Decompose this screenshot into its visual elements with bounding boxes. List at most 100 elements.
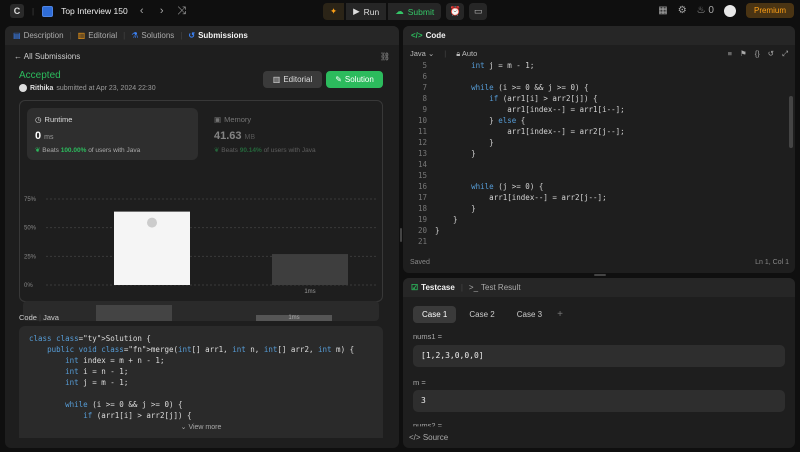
- clock-icon: ◷: [35, 115, 42, 124]
- code-line: int index = m + n - 1;: [65, 356, 165, 365]
- tab-divider: |: [180, 31, 183, 40]
- solution-button[interactable]: ✎ Solution: [326, 71, 383, 88]
- next-problem-button[interactable]: ›: [156, 5, 168, 17]
- tab-solutions[interactable]: ⚗ Solutions: [131, 31, 174, 40]
- tab-testcase[interactable]: ☑ Testcase: [411, 283, 455, 292]
- tab-editorial[interactable]: ▥ Editorial: [78, 31, 117, 40]
- tab-submissions[interactable]: ↺ Submissions: [188, 31, 248, 40]
- reset-icon[interactable]: ↺: [768, 49, 774, 59]
- code-editor[interactable]: 5 int j = m - 1; 6 7 while (i >= 0 && j >=…: [403, 60, 783, 254]
- add-case-button[interactable]: +: [557, 309, 563, 320]
- settings-gear-icon[interactable]: ⚙: [678, 5, 687, 16]
- editor-code-line[interactable]: if (arr1[i] > arr2[j]) {: [435, 93, 597, 104]
- editor-code-line[interactable]: }: [435, 203, 476, 214]
- memory-card[interactable]: ▣ Memory 41.63 MB ❦ Beats 90.14% of users …: [206, 108, 377, 160]
- book-icon: ▥: [272, 75, 281, 84]
- editor-code-line[interactable]: arr1[index--] = arr1[i--];: [435, 104, 624, 115]
- editorial-button[interactable]: ▥ Editorial: [263, 71, 322, 88]
- terminal-icon: >_: [468, 283, 479, 292]
- problem-list-title[interactable]: Top Interview 150: [61, 6, 128, 16]
- format-icon[interactable]: ≡: [728, 49, 732, 59]
- leaf-icon: ❦: [214, 147, 220, 154]
- editor-code-line[interactable]: }: [435, 148, 476, 159]
- submitted-time: submitted at Apr 23, 2024 22:30: [56, 84, 156, 92]
- layout-icon[interactable]: ▦: [658, 5, 667, 16]
- user-avatar[interactable]: [723, 4, 736, 17]
- notes-button[interactable]: ▭: [469, 3, 488, 20]
- run-button[interactable]: ▶ Run: [346, 3, 387, 20]
- memory-unit: MB: [244, 134, 256, 141]
- editor-code-line[interactable]: }: [435, 225, 440, 236]
- line-number: 8: [422, 94, 427, 103]
- back-link[interactable]: ← All Submissions: [14, 52, 80, 61]
- submit-button[interactable]: ☁ Submit: [388, 3, 442, 20]
- editor-code-line[interactable]: arr1[index--] = arr2[j--];: [435, 126, 624, 137]
- alarm-icon: ⏰: [449, 6, 461, 16]
- link-icon[interactable]: ⛓: [380, 52, 390, 61]
- source-link[interactable]: </> Source: [409, 433, 789, 442]
- streak-counter[interactable]: ♨ 0: [697, 5, 714, 16]
- case-tab-2[interactable]: Case 2: [460, 306, 503, 323]
- horizontal-resize-handle[interactable]: [594, 274, 606, 276]
- chart-bar[interactable]: [272, 254, 348, 285]
- line-number: 6: [422, 72, 427, 81]
- braces-icon[interactable]: {}: [755, 49, 760, 59]
- editor-code-line[interactable]: int j = m - 1;: [435, 60, 534, 71]
- user-avatar-small: [19, 84, 27, 92]
- editor-code-line[interactable]: arr1[index--] = arr2[j--];: [435, 192, 606, 203]
- user-avatar-marker: [147, 217, 157, 228]
- editor-code-line[interactable]: }: [435, 137, 494, 148]
- input-nums1[interactable]: [1,2,3,0,0,0]: [413, 345, 785, 367]
- case-tab-3[interactable]: Case 3: [508, 306, 551, 323]
- view-more-button[interactable]: ⌄ View more: [19, 423, 383, 438]
- testcase-panel: ☑ Testcase | >_ Test Result Case 1 Case 2 …: [403, 278, 795, 448]
- editor-scrollbar-track[interactable]: [789, 60, 793, 256]
- editor-code-line[interactable]: while (j >= 0) {: [435, 181, 543, 192]
- tab-description[interactable]: ▤ Description: [13, 31, 64, 40]
- leetcode-logo-icon[interactable]: C: [10, 4, 24, 18]
- tab-test-result[interactable]: >_ Test Result: [469, 283, 521, 292]
- code-header-divider: |: [39, 313, 41, 322]
- runtime-card[interactable]: ◷ Runtime 0 ms ❦ Beats 100.00% of users wi…: [27, 108, 198, 160]
- code-editor-panel: </> Code Java ⌄ | 🔒︎ Auto ≡ ⚑ {} ↺ ⤢ 5 in…: [403, 26, 795, 273]
- editor-code-line[interactable]: } else {: [435, 115, 525, 126]
- editor-toolbar: Java ⌄ | 🔒︎ Auto ≡ ⚑ {} ↺ ⤢: [403, 46, 795, 61]
- field-label-nums2: nums2 =: [413, 421, 442, 430]
- line-number: 16: [417, 182, 427, 191]
- chart-range-slider[interactable]: 1ms: [23, 301, 379, 321]
- tab-divider: |: [123, 31, 126, 40]
- editor-scrollbar-thumb[interactable]: [789, 96, 793, 148]
- runtime-beats: ❦ Beats 100.00% of users with Java: [35, 146, 140, 154]
- submission-panel: ▤ Description | ▥ Editorial | ⚗ Solutions |…: [5, 26, 399, 448]
- fullscreen-icon[interactable]: ⤢: [782, 49, 788, 59]
- editor-code-line[interactable]: while (i >= 0 && j >= 0) {: [435, 82, 588, 93]
- edit-icon: ✎: [335, 75, 342, 84]
- auto-mode-label: Auto: [461, 48, 478, 58]
- memory-label: ▣ Memory: [214, 115, 251, 124]
- language-select[interactable]: Java ⌄: [410, 49, 434, 58]
- case-tab-1[interactable]: Case 1: [413, 306, 457, 323]
- tab-description-label: Description: [23, 31, 64, 40]
- tab-code[interactable]: </> Code: [411, 31, 446, 40]
- bookmark-icon[interactable]: ⚑: [740, 49, 747, 59]
- note-icon: ▭: [473, 6, 483, 16]
- auto-mode-toggle[interactable]: 🔒︎ Auto: [456, 49, 477, 59]
- editor-code-line[interactable]: }: [435, 214, 458, 225]
- premium-button[interactable]: Premium: [745, 3, 794, 18]
- code-line: while (i >= 0 && j >= 0) {: [65, 400, 183, 409]
- timer-button[interactable]: ⏰: [446, 3, 465, 20]
- shuffle-button[interactable]: ⤨: [176, 5, 188, 18]
- debug-button[interactable]: ✦: [323, 3, 345, 20]
- submission-subbar: ← All Submissions ⛓: [5, 48, 399, 64]
- username[interactable]: Rithika: [30, 85, 53, 92]
- study-plan-icon: [42, 5, 54, 17]
- vertical-resize-handle[interactable]: [400, 228, 402, 242]
- beats-prefix: Beats: [42, 147, 59, 154]
- test-tab-bar: ☑ Testcase | >_ Test Result: [403, 278, 795, 297]
- y-tick-label: 0%: [24, 283, 33, 289]
- prev-problem-button[interactable]: ‹: [136, 5, 148, 17]
- input-m[interactable]: 3: [413, 390, 785, 412]
- line-number: 5: [422, 61, 427, 70]
- back-label: All Submissions: [23, 51, 81, 61]
- code-line: if (arr1[i] > arr2[j]) {: [83, 411, 192, 420]
